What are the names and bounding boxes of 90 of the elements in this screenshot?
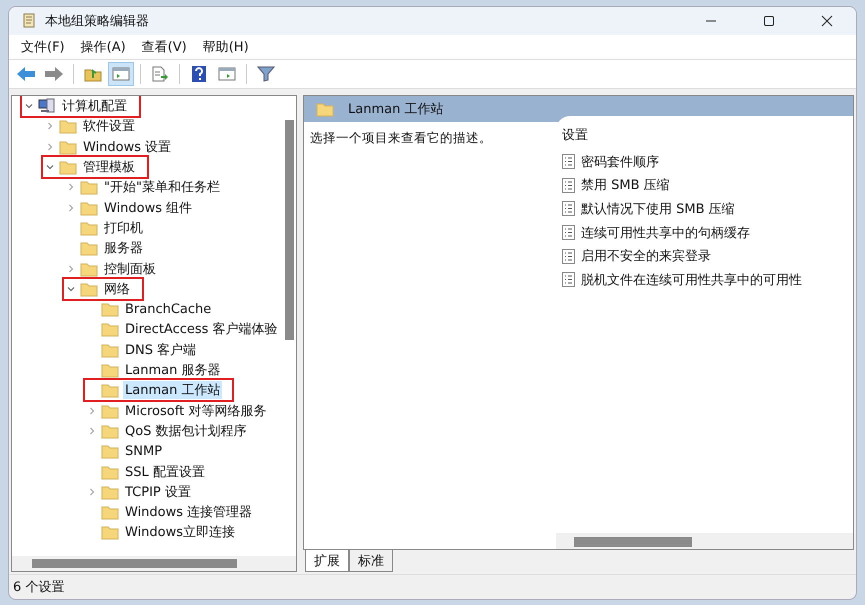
folder-icon [101,342,119,358]
policy-icon [562,201,575,216]
folder-icon [101,321,119,338]
tree-item[interactable]: DNS 客户端 [123,340,198,359]
menu-item[interactable]: 文件(F) [13,38,73,56]
chevron-right-icon[interactable] [45,142,55,151]
tree-item[interactable]: SNMP [123,444,164,459]
filter-icon [257,66,275,82]
scrollbar-thumb[interactable] [574,537,692,547]
status-text: 6 个设置 [13,579,64,596]
description-text: 选择一个项目来查看它的描述。 [310,130,492,145]
tree-item[interactable]: Lanman 工作站 [123,381,222,400]
close-icon [821,15,833,27]
tree-item[interactable]: Lanman 服务器 [123,361,222,380]
folder-icon [101,402,119,419]
folder-icon [59,138,77,155]
folder-icon [59,159,77,176]
folder-icon [101,301,119,318]
menu-item[interactable]: 操作(A) [72,38,134,56]
folder-icon [80,179,98,196]
setting-item[interactable]: 启用不安全的来宾登录 [581,247,711,266]
tree-item[interactable]: TCPIP 设置 [123,482,193,501]
tree-item[interactable]: BranchCache [123,302,214,317]
tree-item[interactable]: Microsoft 对等网络服务 [123,402,268,420]
setting-item[interactable]: 默认情况下使用 SMB 压缩 [581,200,735,218]
chevron-right-icon[interactable] [66,204,76,212]
folder-icon [80,260,98,277]
chevron-right-icon[interactable] [66,183,76,192]
tree-item[interactable]: Windows 组件 [102,198,194,217]
folder-icon [316,101,334,117]
tree-item[interactable]: SSL 配置设置 [123,462,207,480]
policy-icon [562,248,575,264]
window-pane-icon [218,66,236,82]
setting-item[interactable]: 脱机文件在连续可用性共享中的可用性 [581,270,802,289]
folder-icon [101,484,119,500]
folder-icon [101,464,119,480]
tree-item[interactable]: Windows 设置 [81,138,174,156]
chevron-down-icon[interactable] [66,284,76,293]
menu-item[interactable]: 查看(V) [134,38,195,56]
chevron-right-icon[interactable] [87,426,97,435]
folder-icon [101,362,119,378]
folder-icon [59,118,77,134]
menu-item[interactable]: 帮助(H) [194,38,257,56]
tree-item[interactable]: DirectAccess 客户端体验 [123,320,280,338]
policy-icon [562,178,575,193]
policy-icon [562,272,575,288]
chevron-right-icon[interactable] [87,488,97,496]
tree-toggle-button[interactable] [108,62,134,86]
window-pane-icon [112,66,130,82]
column-heading: 设置 [562,127,588,144]
scrollbar-thumb[interactable] [32,559,237,568]
tree-item[interactable]: 软件设置 [81,117,137,136]
tree-item[interactable]: 服务器 [102,239,145,258]
tree-item[interactable]: QoS 数据包计划程序 [123,422,249,440]
chevron-right-icon[interactable] [87,406,97,415]
folder-icon [101,504,119,520]
folder-icon [80,240,98,256]
setting-item[interactable]: 禁用 SMB 压缩 [581,176,670,194]
tree-item[interactable]: 打印机 [102,218,145,237]
policy-icon [562,154,575,170]
chevron-down-icon[interactable] [45,163,55,172]
setting-item[interactable]: 密码套件顺序 [581,152,659,171]
chevron-right-icon[interactable] [45,122,55,130]
back-arrow-icon [16,66,36,82]
maximize-icon [763,15,775,27]
computer-icon [38,98,56,114]
folder-icon [101,443,119,460]
folder-icon [80,200,98,216]
forward-arrow-icon [44,66,64,82]
policy-icon [562,225,575,240]
detail-title: Lanman 工作站 [348,101,444,118]
export-icon [151,66,169,82]
setting-item[interactable]: 连续可用性共享中的句柄缓存 [581,224,750,242]
view-tab[interactable]: 标准 [349,550,393,572]
chevron-down-icon[interactable] [24,102,34,110]
view-tab[interactable]: 扩展 [305,550,349,572]
tree-item[interactable]: 控制面板 [102,260,158,278]
scroll-icon [21,12,37,30]
window-title: 本地组策略编辑器 [45,13,149,30]
help-icon [191,65,207,83]
chevron-right-icon[interactable] [66,264,76,273]
folder-icon [101,382,119,398]
tree-item[interactable]: "开始"菜单和任务栏 [102,178,222,196]
tree-item[interactable]: Windows 连接管理器 [123,503,254,522]
folder-icon [101,524,119,540]
folder-icon [80,280,98,297]
folder-icon [80,220,98,236]
tree-item[interactable]: Windows立即连接 [123,523,238,542]
scrollbar-thumb[interactable] [285,120,294,340]
folder-icon [101,422,119,439]
